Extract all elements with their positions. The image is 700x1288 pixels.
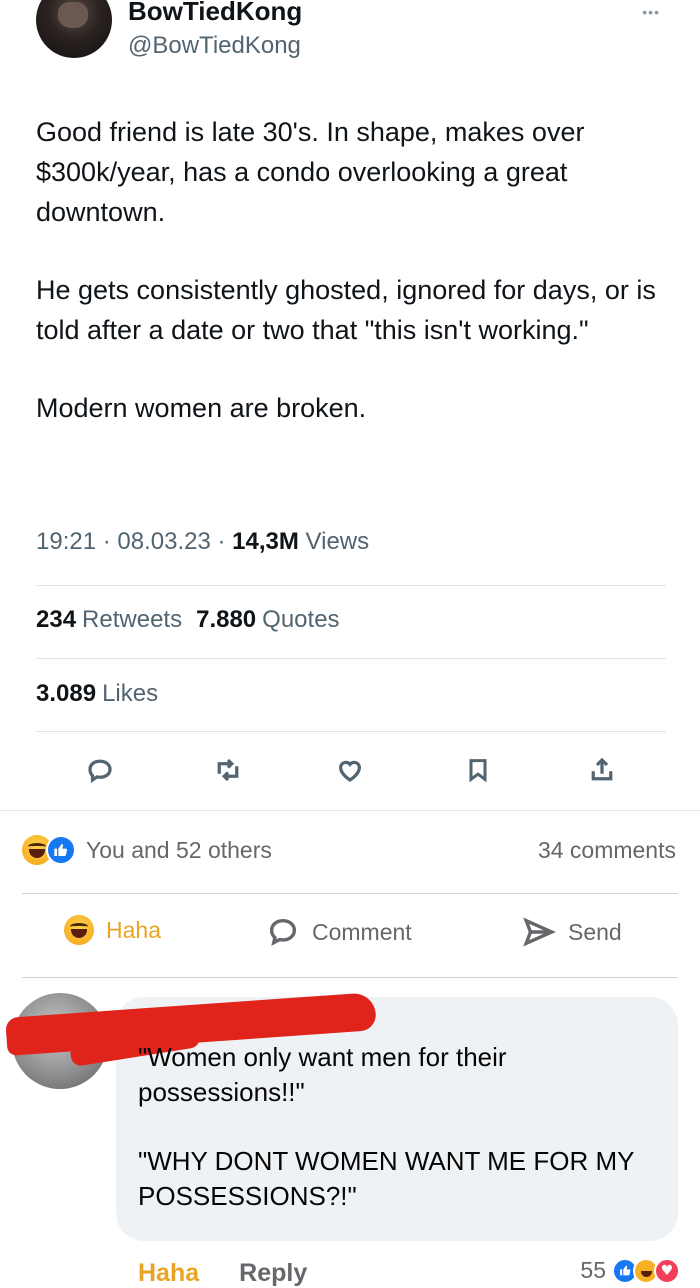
comment-paragraph: "Women only want men for their possessio… <box>138 1042 507 1107</box>
comments-count[interactable]: 34 comments <box>538 837 676 864</box>
bookmark-button[interactable] <box>456 748 500 792</box>
reactions-text: You and 52 others <box>86 836 272 863</box>
bookmark-icon <box>469 759 487 783</box>
share-icon <box>591 757 613 781</box>
likes-count: 3.089 <box>36 680 97 707</box>
love-reaction-icon <box>654 1257 680 1284</box>
comment-haha-button[interactable]: Haha <box>138 1259 199 1288</box>
comment-text: "Women only want men for their possessio… <box>138 1040 658 1248</box>
retweet-button[interactable] <box>206 748 250 792</box>
divider <box>22 977 678 978</box>
tweet-paragraph: He gets consistently ghosted, ignored fo… <box>36 275 656 345</box>
divider <box>36 658 666 659</box>
haha-label: Haha <box>106 916 161 943</box>
send-button[interactable]: Send <box>522 915 622 949</box>
retweets-stat[interactable]: 234 Retweets <box>36 606 182 633</box>
retweet-quote-stats: 234 Retweets 7.880 Quotes <box>36 606 340 634</box>
tweet-card: BowTiedKong @BowTiedKong ••• Good friend… <box>0 0 700 810</box>
comment-reply-button[interactable]: Reply <box>239 1259 307 1288</box>
tweet-text: Good friend is late 30's. In shape, make… <box>36 112 666 466</box>
quotes-label: Quotes <box>262 606 340 633</box>
post-actions: Haha Comment Send <box>0 915 700 959</box>
author-handle[interactable]: @BowTiedKong <box>128 32 301 60</box>
tweet-actions <box>0 748 700 792</box>
reply-button[interactable] <box>78 748 122 792</box>
views-label: Views <box>305 528 370 555</box>
reactions-summary[interactable]: You and 52 others <box>22 835 272 865</box>
likes-label: Likes <box>102 680 159 707</box>
divider <box>36 731 666 732</box>
retweet-icon <box>217 758 239 782</box>
haha-button[interactable]: Haha <box>64 915 161 945</box>
avatar-face <box>58 2 88 28</box>
like-reaction-icon <box>46 835 76 865</box>
comment-label: Comment <box>312 918 412 945</box>
author-avatar[interactable] <box>36 0 112 58</box>
tweet-date[interactable]: 08.03.23 <box>117 528 210 555</box>
send-label: Send <box>568 918 622 945</box>
reply-icon <box>88 759 112 784</box>
haha-icon <box>64 915 94 945</box>
share-button[interactable] <box>580 748 624 792</box>
comment-reaction-count: 55 <box>580 1257 606 1283</box>
quotes-count: 7.880 <box>196 606 257 633</box>
divider <box>22 893 678 894</box>
tweet-time[interactable]: 19:21 <box>36 528 96 555</box>
meta-separator: · <box>102 528 118 555</box>
meta-separator: · <box>217 528 233 555</box>
tweet-paragraph: Good friend is late 30's. In shape, make… <box>36 117 585 227</box>
author-name[interactable]: BowTiedKong <box>128 0 302 27</box>
tweet-meta: 19:21 · 08.03.23 · 14,3M Views <box>36 528 369 556</box>
likes-stat[interactable]: 3.089 Likes <box>36 680 158 708</box>
divider <box>36 585 666 586</box>
send-icon <box>523 917 556 947</box>
quotes-stat[interactable]: 7.880 Quotes <box>196 606 339 633</box>
like-icon <box>338 760 362 782</box>
more-options-icon[interactable]: ••• <box>642 4 660 20</box>
comment-icon <box>269 918 297 946</box>
comment-actions: Haha Reply <box>138 1259 307 1288</box>
retweets-count: 234 <box>36 606 77 633</box>
comment-paragraph: "WHY DONT WOMEN WANT ME FOR MY POSSESSIO… <box>138 1146 635 1211</box>
views-count: 14,3M <box>232 528 299 555</box>
comment-reactions[interactable]: 55 <box>580 1257 680 1284</box>
tweet-paragraph: Modern women are broken. <box>36 393 367 423</box>
like-button[interactable] <box>328 748 372 792</box>
retweets-label: Retweets <box>82 606 183 633</box>
comment-button[interactable]: Comment <box>266 915 412 949</box>
